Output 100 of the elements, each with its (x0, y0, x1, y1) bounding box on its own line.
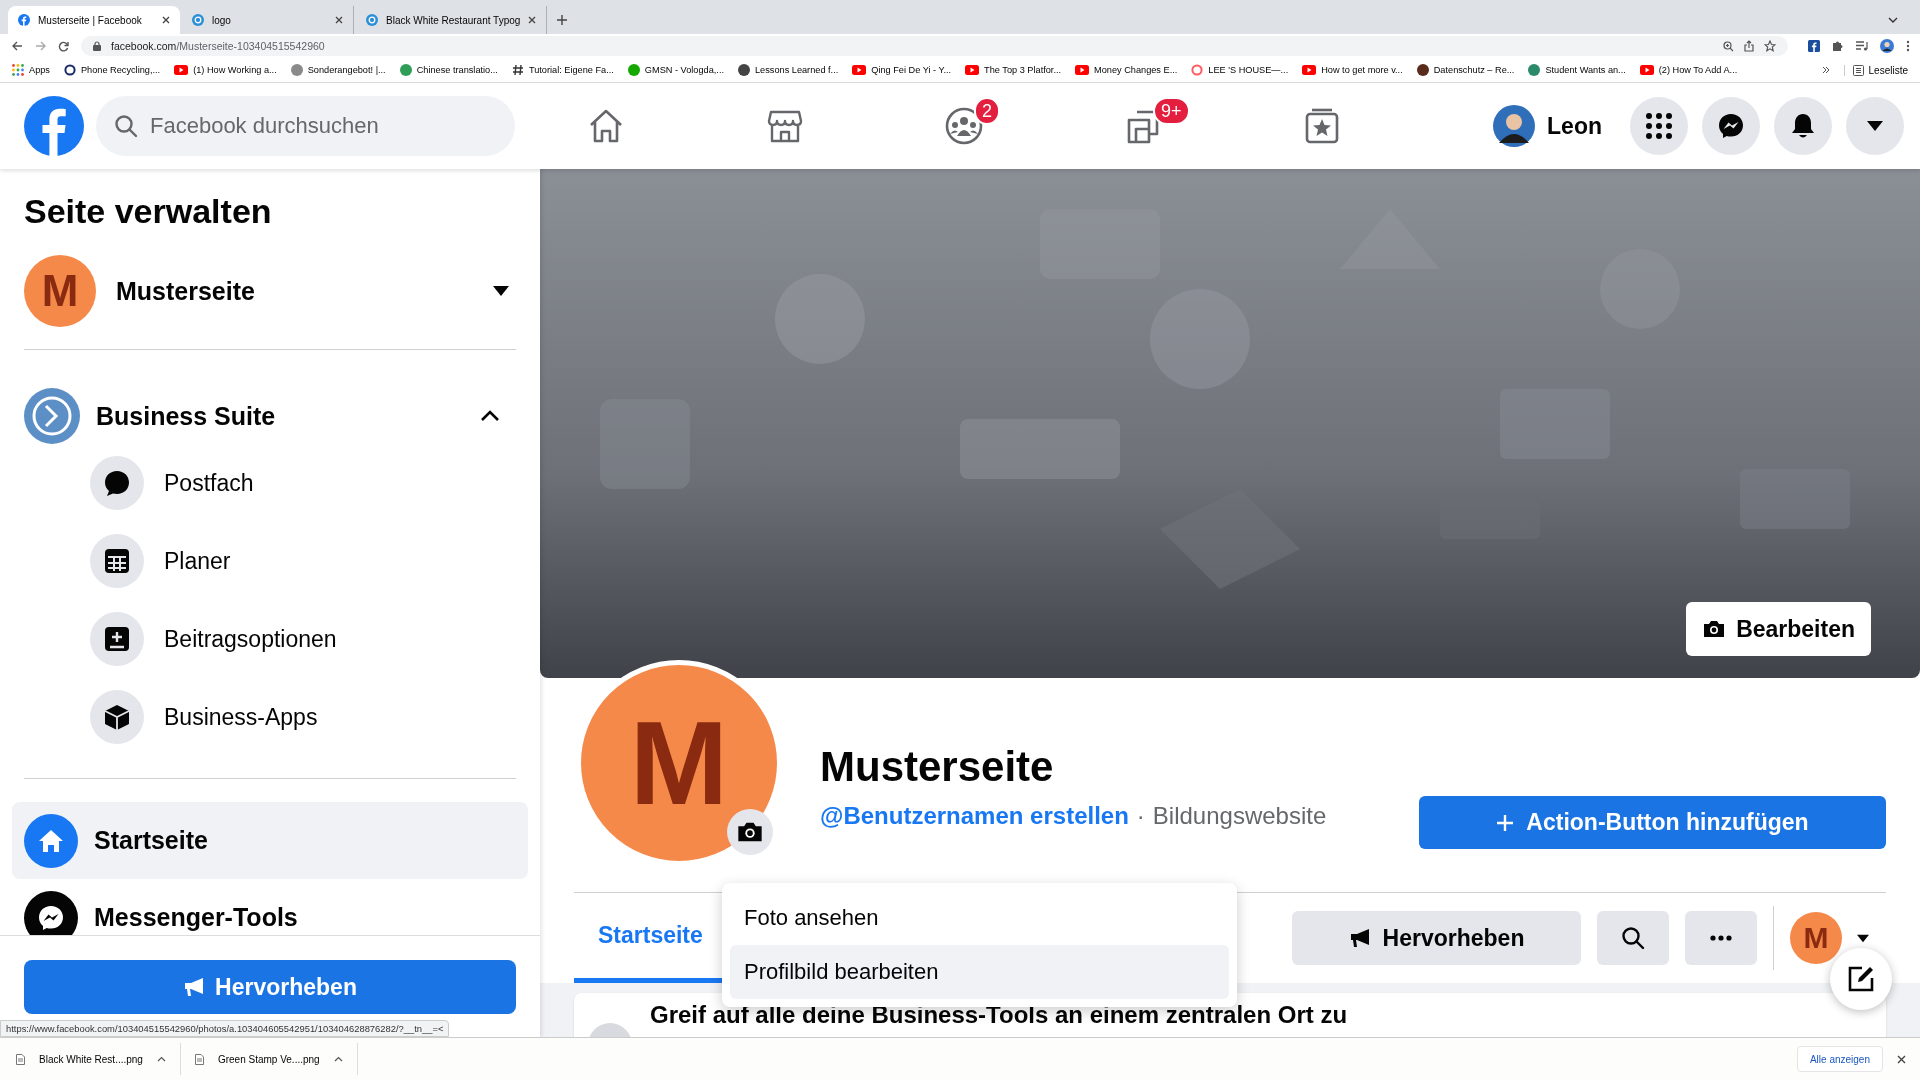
bookmark[interactable]: GMSN - Vologda,... (627, 64, 724, 76)
sidebar-item[interactable]: Planer (24, 522, 516, 600)
reload-icon[interactable] (58, 40, 69, 52)
video-play-icon (852, 65, 867, 75)
canva-icon (366, 14, 378, 26)
bookmark[interactable]: Student Wants an... (1528, 64, 1626, 76)
nav-tab[interactable]: 2 (874, 83, 1053, 169)
search-icon (114, 114, 138, 138)
star-page-icon (1303, 107, 1340, 145)
avatar-icon[interactable] (1880, 39, 1894, 53)
groups-icon (943, 106, 984, 146)
camera-icon (1702, 619, 1727, 639)
avatar-icon (1493, 105, 1536, 147)
chevron-right-icon[interactable] (1821, 66, 1830, 74)
close-icon[interactable] (335, 16, 343, 24)
add-action-button[interactable]: Action-Button hinzufügen (1419, 796, 1886, 849)
more-vertical-icon[interactable] (1906, 40, 1910, 52)
star-icon[interactable] (1764, 40, 1776, 52)
file-icon (16, 1053, 25, 1065)
back-icon[interactable] (12, 41, 23, 51)
bookmark[interactable]: Chinese translatio... (399, 64, 498, 76)
close-icon[interactable] (528, 16, 537, 24)
bookmark[interactable]: Sonderangebot! |... (290, 64, 386, 76)
new-tab-icon[interactable] (557, 15, 568, 25)
bell-icon (1790, 112, 1816, 140)
bookmark[interactable]: Qing Fei De Yi - Y... (852, 65, 952, 75)
notification-badge: 2 (974, 97, 1000, 125)
page-category: Bildungswebsite (1152, 802, 1327, 830)
search-icon (1621, 926, 1645, 950)
chevron-up-icon (156, 1056, 166, 1062)
cube-icon (103, 703, 131, 731)
bookmark[interactable]: (1) How Working a... (174, 65, 277, 75)
sidebar-title: Seite verwalten (24, 191, 273, 231)
caret-icon (492, 285, 510, 297)
video-play-icon (1075, 65, 1090, 75)
show-all-button[interactable]: Alle anzeigen (1796, 1046, 1883, 1072)
video-play-icon (965, 65, 980, 75)
facebook-logo[interactable] (24, 96, 84, 156)
video-play-icon (174, 65, 189, 75)
search-field[interactable]: Facebook durchsuchen (96, 96, 515, 156)
site-icon (738, 64, 750, 76)
bookmark[interactable]: Money Changes E... (1075, 65, 1178, 75)
page-switcher[interactable]: M Musterseite (24, 255, 516, 327)
file-icon (194, 1053, 204, 1065)
status-url: https://www.facebook.com/103404515542960/photos/a.103404605542951/103404628876282/?__tn__=< (0, 1020, 450, 1037)
address-bar[interactable]: facebook.com/Musterseite-103404515542960 (81, 36, 1788, 56)
zoom-icon[interactable] (1723, 40, 1734, 52)
facebook-extension-icon[interactable] (1808, 40, 1820, 52)
sidebar-item[interactable]: Postfach (24, 444, 516, 522)
separator-dot: · (1136, 802, 1145, 830)
puzzle-icon[interactable] (1832, 40, 1844, 52)
nav-tab[interactable]: 9+ (1053, 83, 1232, 169)
bookmark[interactable]: Tutorial: Eigene Fa... (511, 64, 614, 76)
menu-item[interactable]: Foto ansehen (730, 891, 1229, 945)
camera-button[interactable] (727, 809, 773, 855)
reading-list[interactable]: Leseliste (1843, 64, 1908, 76)
site-icon (1528, 64, 1541, 76)
edit-cover-button[interactable]: Bearbeiten (1686, 602, 1871, 656)
facebook-icon (18, 14, 30, 26)
video-play-icon (1302, 65, 1317, 75)
bookmark[interactable]: The Top 3 Platfor... (965, 65, 1062, 75)
sidebar-item[interactable]: Business-Apps (24, 678, 516, 756)
bookmark[interactable]: Apps (12, 64, 50, 76)
hash-icon (511, 64, 524, 76)
bookmark[interactable]: LEE 'S HOUSE—... (1191, 64, 1289, 76)
close-icon[interactable] (162, 16, 170, 24)
chevron-down-icon[interactable] (1888, 17, 1898, 23)
promote-button[interactable]: Hervorheben (1292, 911, 1581, 965)
business-suite-icon (24, 388, 80, 444)
chat-bubble-icon (103, 469, 131, 497)
caret-icon (1856, 933, 1870, 943)
username-link[interactable]: @Benutzernamen erstellen (820, 802, 1129, 830)
video-play-icon (1639, 65, 1654, 75)
business-suite-toggle[interactable]: Business Suite (24, 388, 516, 444)
media-list-icon[interactable] (1856, 41, 1868, 51)
more-icon (1710, 935, 1732, 941)
download-item[interactable]: Green Stamp Ve....png (194, 1043, 358, 1075)
post-icon (103, 625, 131, 653)
page-avatar: M (24, 255, 96, 327)
profile-link[interactable]: Leon (1493, 105, 1602, 147)
card-heading: Greif auf alle deine Business-Tools an einem zentralen Ort zu (650, 1001, 1348, 1029)
close-icon[interactable] (1897, 1054, 1906, 1064)
sidebar-item[interactable]: Beitragsoptionen (24, 600, 516, 678)
sidebar-item[interactable]: Messenger-Tools (12, 879, 528, 935)
sidebar-item[interactable]: Startseite (12, 802, 528, 879)
site-icon (1416, 64, 1429, 76)
search-button[interactable] (1597, 911, 1669, 965)
bookmark[interactable]: Lessons Learned f... (738, 64, 839, 76)
compose-icon (1846, 964, 1876, 994)
plus-icon (1496, 813, 1515, 832)
bookmark[interactable]: (2) How To Add A... (1639, 65, 1738, 75)
download-item[interactable]: Black White Rest....png (16, 1043, 181, 1075)
share-icon[interactable] (1744, 40, 1754, 52)
menu-icon (1646, 113, 1672, 139)
bookmark[interactable]: Phone Recycling,... (63, 64, 161, 76)
bookmark[interactable]: How to get more v... (1302, 65, 1403, 75)
bookmark[interactable]: Datenschutz – Re... (1416, 64, 1515, 76)
menu-item[interactable]: Profilbild bearbeiten (730, 945, 1229, 999)
browser-tab[interactable]: Musterseite | Facebook (8, 6, 180, 34)
promote-button[interactable]: Hervorheben (24, 960, 516, 1014)
